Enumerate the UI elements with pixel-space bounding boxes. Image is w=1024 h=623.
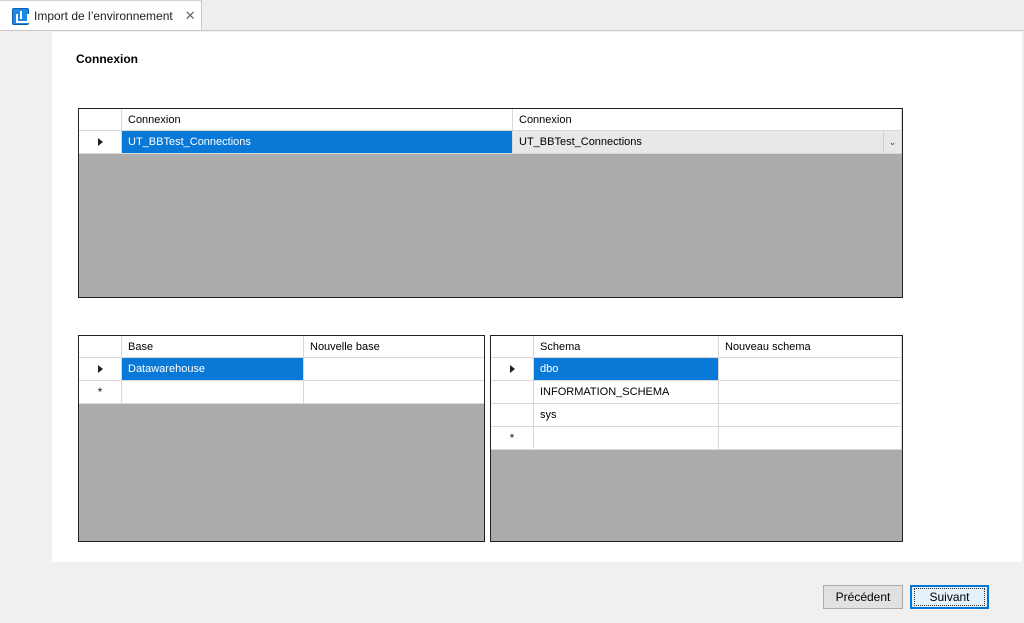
- current-row-arrow-icon: [97, 365, 103, 373]
- table-row[interactable]: dbo: [491, 358, 902, 381]
- grid-header-row: Schema Nouveau schema: [491, 336, 902, 359]
- source-connection-cell[interactable]: UT_BBTest_Connections: [122, 131, 513, 154]
- import-icon: [12, 7, 29, 25]
- column-header-new-base[interactable]: Nouvelle base: [304, 336, 484, 358]
- row-header[interactable]: [491, 404, 534, 427]
- new-schema-cell[interactable]: [719, 358, 902, 381]
- row-header[interactable]: [79, 358, 122, 381]
- connection-grid[interactable]: Connexion Connexion UT_BBTest_Connection…: [78, 108, 903, 298]
- chevron-down-icon[interactable]: ⌄: [883, 131, 901, 153]
- base-grid[interactable]: Base Nouvelle base Datawarehouse *: [78, 335, 485, 542]
- row-header-corner: [79, 336, 122, 358]
- new-schema-cell[interactable]: [719, 427, 902, 450]
- row-header[interactable]: *: [491, 427, 534, 450]
- next-button-label: Suivant: [914, 588, 985, 606]
- close-icon[interactable]: ✕: [185, 8, 196, 24]
- tab-label: Import de l’environnement: [34, 9, 173, 23]
- column-header-new-schema[interactable]: Nouveau schema: [719, 336, 902, 358]
- table-row[interactable]: UT_BBTest_Connections UT_BBTest_Connecti…: [79, 131, 902, 154]
- base-cell[interactable]: Datawarehouse: [122, 358, 304, 381]
- schema-cell[interactable]: [534, 427, 719, 450]
- tab-import-environment[interactable]: Import de l’environnement ✕: [0, 0, 202, 31]
- schema-cell[interactable]: INFORMATION_SCHEMA: [534, 381, 719, 404]
- new-base-cell[interactable]: [304, 358, 484, 381]
- column-header-schema[interactable]: Schema: [534, 336, 719, 358]
- column-header-base[interactable]: Base: [122, 336, 304, 358]
- schema-grid[interactable]: Schema Nouveau schema dbo INFORMATION_SC…: [490, 335, 903, 542]
- new-schema-cell[interactable]: [719, 404, 902, 427]
- target-connection-combobox[interactable]: UT_BBTest_Connections ⌄: [513, 131, 902, 154]
- base-cell[interactable]: [122, 381, 304, 404]
- new-row[interactable]: *: [79, 381, 484, 404]
- row-header[interactable]: [491, 381, 534, 404]
- row-header-corner: [79, 109, 122, 131]
- row-header[interactable]: [79, 131, 122, 154]
- section-title: Connexion: [76, 52, 138, 66]
- tab-strip: Import de l’environnement ✕: [0, 0, 1024, 31]
- column-header-source-connection[interactable]: Connexion: [122, 109, 513, 131]
- current-row-arrow-icon: [97, 138, 103, 146]
- next-button[interactable]: Suivant: [910, 585, 989, 609]
- schema-cell[interactable]: dbo: [534, 358, 719, 381]
- table-row[interactable]: INFORMATION_SCHEMA: [491, 381, 902, 404]
- table-row[interactable]: Datawarehouse: [79, 358, 484, 381]
- new-row[interactable]: *: [491, 427, 902, 450]
- new-schema-cell[interactable]: [719, 381, 902, 404]
- new-base-cell[interactable]: [304, 381, 484, 404]
- schema-cell[interactable]: sys: [534, 404, 719, 427]
- table-row[interactable]: sys: [491, 404, 902, 427]
- current-row-arrow-icon: [509, 365, 515, 373]
- target-connection-value: UT_BBTest_Connections: [519, 136, 642, 148]
- previous-button[interactable]: Précédent: [823, 585, 903, 609]
- new-row-asterisk-icon: *: [97, 385, 103, 399]
- grid-header-row: Connexion Connexion: [79, 109, 902, 132]
- row-header-corner: [491, 336, 534, 358]
- new-row-asterisk-icon: *: [509, 431, 515, 445]
- grid-header-row: Base Nouvelle base: [79, 336, 484, 359]
- column-header-target-connection[interactable]: Connexion: [513, 109, 902, 131]
- row-header[interactable]: [491, 358, 534, 381]
- row-header[interactable]: *: [79, 381, 122, 404]
